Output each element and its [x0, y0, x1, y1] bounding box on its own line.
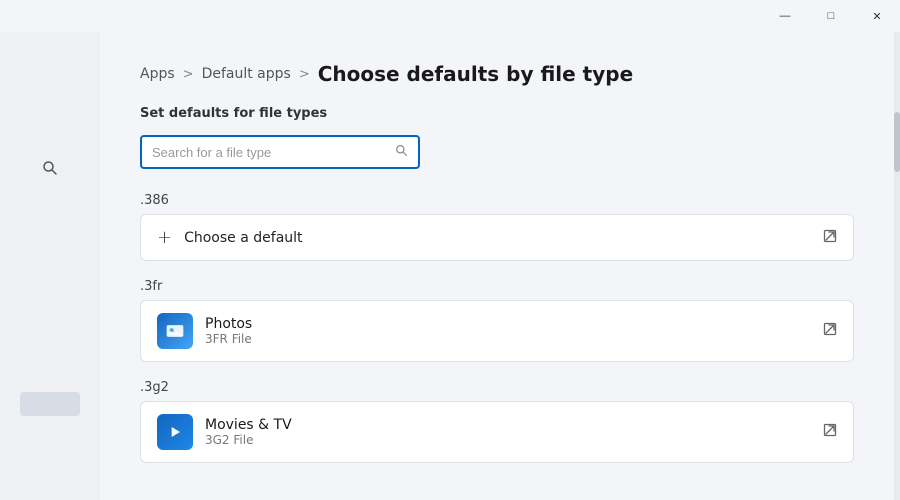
search-box[interactable]: [140, 135, 420, 169]
external-link-icon-3g2[interactable]: [823, 423, 837, 441]
sidebar: [0, 32, 100, 500]
plus-icon: +: [157, 227, 172, 248]
breadcrumb: Apps > Default apps > Choose defaults by…: [140, 62, 854, 86]
external-link-icon-3fr[interactable]: [823, 322, 837, 340]
movies-app-subtext: 3G2 File: [205, 433, 292, 447]
file-type-card-3g2[interactable]: Movies & TV 3G2 File: [140, 401, 854, 463]
file-type-label-3g2: .3g2: [140, 380, 854, 395]
file-type-label-386: .386: [140, 193, 854, 208]
file-type-section-3g2: .3g2 Movies & TV 3G2 File: [140, 380, 854, 463]
movies-app-name: Movies & TV: [205, 417, 292, 433]
file-type-card-386[interactable]: + Choose a default: [140, 214, 854, 261]
close-button[interactable]: ✕: [854, 0, 900, 32]
choose-default-text: Choose a default: [184, 230, 302, 246]
main-content: Apps > Default apps > Choose defaults by…: [100, 32, 894, 500]
movies-app-info: Movies & TV 3G2 File: [205, 417, 292, 447]
scrollbar-track[interactable]: [894, 32, 900, 500]
photos-app-subtext: 3FR File: [205, 332, 252, 346]
breadcrumb-sep2: >: [299, 67, 310, 82]
photos-app-name: Photos: [205, 316, 252, 332]
external-link-icon-386[interactable]: [823, 229, 837, 247]
section-heading: Set defaults for file types: [140, 106, 854, 121]
photos-app-icon: [157, 313, 193, 349]
movies-app-icon: [157, 414, 193, 450]
maximize-button[interactable]: □: [808, 0, 854, 32]
breadcrumb-apps[interactable]: Apps: [140, 66, 175, 82]
file-type-card-3fr[interactable]: Photos 3FR File: [140, 300, 854, 362]
file-type-section-386: .386 + Choose a default: [140, 193, 854, 261]
sidebar-nav-placeholder: [20, 392, 80, 416]
file-type-section-3fr: .3fr Photos 3FR File: [140, 279, 854, 362]
sidebar-search-icon[interactable]: [26, 152, 74, 184]
search-input[interactable]: [152, 145, 389, 160]
breadcrumb-sep1: >: [183, 67, 194, 82]
minimize-button[interactable]: —: [762, 0, 808, 32]
breadcrumb-default-apps[interactable]: Default apps: [202, 66, 291, 82]
scrollbar-thumb[interactable]: [894, 112, 900, 172]
photos-app-info: Photos 3FR File: [205, 316, 252, 346]
file-type-label-3fr: .3fr: [140, 279, 854, 294]
page-title: Choose defaults by file type: [318, 62, 633, 86]
search-icon: [395, 144, 408, 161]
title-bar: — □ ✕: [762, 0, 900, 32]
